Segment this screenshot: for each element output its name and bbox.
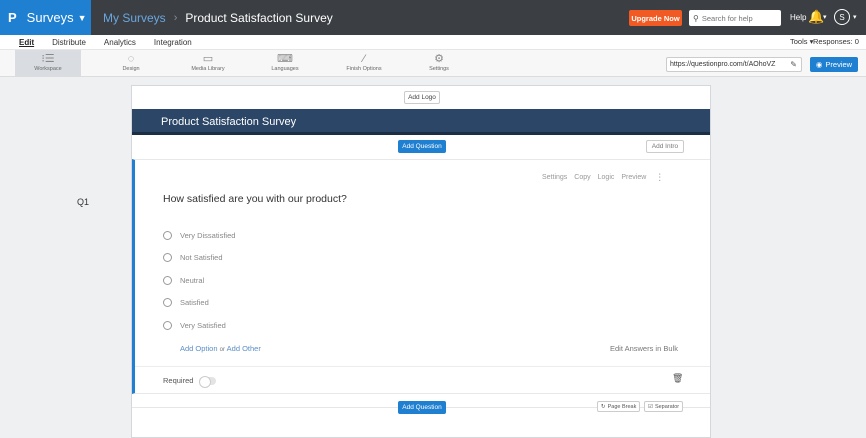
bell-icon[interactable]: 🔔	[808, 9, 824, 25]
add-other-link[interactable]: Add Other	[227, 344, 261, 353]
answer-option[interactable]: Satisfied	[163, 298, 209, 307]
radio-button[interactable]	[163, 231, 172, 240]
breadcrumb-separator: ›	[173, 11, 178, 24]
tools-menu[interactable]: Tools ▾	[790, 37, 813, 46]
radio-button[interactable]	[163, 253, 172, 262]
question-preview-link[interactable]: Preview	[621, 174, 646, 181]
separator-button[interactable]: ☑ Separator	[644, 401, 684, 412]
add-intro-button[interactable]: Add Intro	[646, 140, 684, 153]
answer-option-label[interactable]: Very Dissatisfied	[180, 231, 235, 240]
help-search[interactable]: ⚲	[689, 10, 781, 26]
answer-option[interactable]: Very Satisfied	[163, 321, 226, 330]
question-block: Settings Copy Logic Preview ⋮ How satisf…	[132, 159, 710, 394]
add-question-button[interactable]: Add Question	[398, 140, 446, 153]
toolbar-label: Workspace	[34, 66, 62, 72]
question-text[interactable]: How satisfied are you with our product?	[163, 193, 347, 205]
add-option-row: Add Option or Add Other	[180, 344, 261, 353]
separator-label: Separator	[654, 403, 680, 410]
answer-option-label[interactable]: Satisfied	[180, 298, 209, 307]
answer-option[interactable]: Neutral	[163, 276, 204, 285]
caret-down-icon[interactable]: ▾	[823, 13, 827, 21]
breadcrumb: My Surveys › Product Satisfaction Survey	[103, 11, 333, 25]
question-settings-link[interactable]: Settings	[542, 174, 567, 181]
radio-button[interactable]	[163, 298, 172, 307]
radio-button[interactable]	[163, 276, 172, 285]
toolbar-label: Finish Options	[346, 66, 382, 72]
toolbar-workspace[interactable]: ⁝☰ Workspace	[15, 50, 81, 76]
question-actions: Settings Copy Logic Preview ⋮	[542, 173, 664, 182]
radio-button[interactable]	[163, 321, 172, 330]
palette-icon: ◌	[127, 53, 135, 65]
workspace-icon: ⁝☰	[41, 53, 55, 65]
add-question-button-bottom[interactable]: Add Question	[398, 401, 446, 414]
eye-icon: ◉	[815, 60, 823, 69]
survey-header-title[interactable]: Product Satisfaction Survey	[161, 116, 296, 128]
page-break-label: Page Break	[607, 403, 637, 410]
tab-distribute[interactable]: Distribute	[52, 38, 86, 47]
toolbar-finish-options[interactable]: ⁄ Finish Options	[342, 53, 386, 72]
answer-option-label[interactable]: Very Satisfied	[180, 321, 226, 330]
answer-option-label[interactable]: Neutral	[180, 276, 204, 285]
edit-answers-bulk-link[interactable]: Edit Answers in Bulk	[610, 344, 678, 353]
toolbar-label: Settings	[429, 66, 449, 72]
surveys-label: Surveys	[26, 10, 74, 25]
separator-icon: ☑	[648, 403, 653, 410]
page-break-button[interactable]: ↻ Page Break	[597, 401, 641, 412]
main-tabs: Edit Distribute Analytics Integration To…	[0, 35, 866, 49]
toolbar-settings[interactable]: ⚙ Settings	[426, 53, 452, 72]
question-logic-link[interactable]: Logic	[598, 174, 615, 181]
caret-down-icon[interactable]: ▾	[853, 13, 857, 21]
answer-option-label[interactable]: Not Satisfied	[180, 253, 223, 262]
pencil-icon[interactable]: ✎	[790, 60, 797, 69]
add-option-link[interactable]: Add Option	[180, 344, 218, 353]
help-link[interactable]: Help	[790, 13, 806, 22]
surveys-menu-button[interactable]: P Surveys ▼	[0, 0, 91, 35]
required-row: Required	[163, 375, 217, 388]
toolbar-media-library[interactable]: ▭ Media Library	[186, 53, 230, 72]
survey-url-field[interactable]: https://questionpro.com/t/AOhoVZ ✎	[666, 57, 802, 72]
edit-toolbar: ⁝☰ Workspace ◌ Design ▭ Media Library ⌨ …	[0, 49, 866, 77]
preview-button[interactable]: ◉ Preview	[810, 57, 858, 72]
answer-option[interactable]: Very Dissatisfied	[163, 231, 235, 240]
answer-option[interactable]: Not Satisfied	[163, 253, 223, 262]
survey-canvas: Add Logo Product Satisfaction Survey Add…	[131, 85, 711, 438]
toolbar-label: Languages	[271, 66, 299, 72]
avatar[interactable]: S	[834, 9, 850, 25]
required-toggle[interactable]	[199, 375, 217, 388]
gear-icon: ⚙	[434, 53, 444, 65]
toolbar-label: Media Library	[191, 66, 225, 72]
upgrade-now-button[interactable]: Upgrade Now	[629, 10, 682, 26]
or-text: or	[219, 347, 225, 353]
responses-count[interactable]: Responses: 0	[813, 37, 859, 46]
add-logo-button[interactable]: Add Logo	[404, 91, 440, 104]
page-break-icon: ↻	[601, 403, 606, 410]
required-label: Required	[163, 376, 194, 385]
keyboard-icon: ⌨	[277, 53, 293, 65]
tab-edit[interactable]: Edit	[19, 38, 34, 47]
toolbar-design[interactable]: ◌ Design	[118, 53, 144, 72]
survey-title: Product Satisfaction Survey	[185, 10, 333, 25]
questionpro-logo: P	[8, 10, 17, 25]
toolbar-label: Design	[122, 66, 140, 72]
tab-integration[interactable]: Integration	[154, 38, 192, 47]
tab-analytics[interactable]: Analytics	[104, 38, 136, 47]
survey-header: Product Satisfaction Survey	[132, 109, 710, 135]
preview-label: Preview	[825, 60, 853, 69]
trash-icon[interactable]: 🗑	[672, 373, 683, 384]
search-icon: ⚲	[693, 13, 699, 23]
toolbar-languages[interactable]: ⌨ Languages	[269, 53, 301, 72]
top-bar: P Surveys ▼ My Surveys › Product Satisfa…	[0, 0, 866, 35]
image-icon: ▭	[202, 53, 214, 65]
help-search-input[interactable]	[701, 13, 778, 23]
survey-url-text: https://questionpro.com/t/AOhoVZ	[670, 61, 776, 68]
question-copy-link[interactable]: Copy	[574, 174, 590, 181]
wand-icon: ⁄	[363, 53, 365, 65]
divider	[135, 366, 710, 367]
caret-down-icon: ▼	[77, 12, 87, 23]
question-number: Q1	[77, 197, 90, 207]
more-icon[interactable]: ⋮	[655, 173, 664, 182]
breadcrumb-my-surveys[interactable]: My Surveys	[103, 11, 166, 25]
